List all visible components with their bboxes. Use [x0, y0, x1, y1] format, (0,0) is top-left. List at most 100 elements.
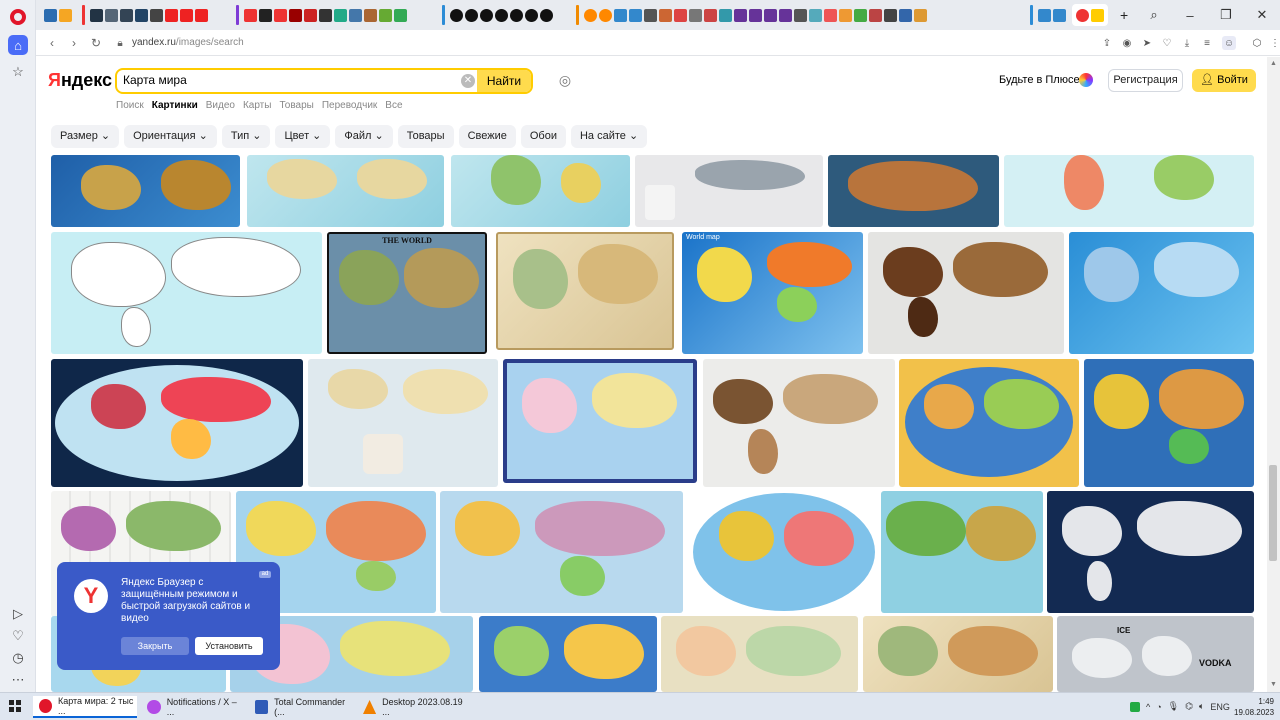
image-result[interactable] [863, 616, 1053, 692]
image-result[interactable]: ICE VODKA [1057, 616, 1254, 692]
service-images[interactable]: Картинки [152, 100, 198, 111]
image-result[interactable] [308, 359, 498, 487]
home-icon[interactable]: ⌂ [8, 35, 28, 55]
tab-group-2[interactable] [88, 4, 210, 26]
image-search-camera-icon[interactable]: ◎ [557, 72, 573, 88]
minimize-button[interactable]: – [1172, 0, 1208, 30]
start-icon[interactable] [9, 700, 21, 712]
filter-fresh[interactable]: Свежие [458, 125, 516, 148]
image-result[interactable] [51, 359, 303, 487]
volume-icon[interactable]: 🔈︎ [1199, 701, 1204, 712]
more-icon[interactable]: ⋯ [8, 670, 28, 690]
favorites-icon[interactable]: ♡ [8, 626, 28, 646]
image-result[interactable] [451, 155, 630, 227]
filter-on-site[interactable]: На сайте ⌄ [570, 125, 648, 148]
taskbar-item-desktop[interactable]: Desktop 2023.08.19 ... [357, 696, 467, 718]
image-result[interactable] [479, 616, 657, 692]
tab-group-6[interactable] [1036, 4, 1068, 26]
image-result[interactable] [1047, 491, 1254, 613]
lock-icon[interactable]: 🔒︎ [112, 35, 128, 51]
heart-icon[interactable]: ♡ [1160, 36, 1174, 50]
new-tab-button[interactable]: + [1118, 4, 1130, 26]
history-icon[interactable]: ◷ [8, 648, 28, 668]
clock[interactable]: 1:49 19.08.2023 [1234, 696, 1274, 718]
service-maps[interactable]: Карты [243, 100, 272, 111]
tab-group-5[interactable] [582, 4, 929, 26]
forward-icon[interactable]: › [66, 35, 82, 51]
promo-install-button[interactable]: Установить [195, 637, 263, 655]
filter-file[interactable]: Файл ⌄ [335, 125, 393, 148]
tab-group-3[interactable] [242, 4, 409, 26]
promo-close-button[interactable]: Закрыть [121, 637, 189, 655]
image-result[interactable] [440, 491, 683, 613]
share-icon[interactable]: ⇪ [1100, 36, 1114, 50]
image-result[interactable] [661, 616, 858, 692]
maximize-button[interactable]: ❐ [1208, 0, 1244, 30]
image-result[interactable] [689, 491, 879, 613]
filter-size[interactable]: Размер ⌄ [51, 125, 120, 148]
image-result[interactable] [868, 232, 1064, 354]
image-result[interactable]: THE WORLD [327, 232, 487, 354]
download-icon[interactable]: ⤓ [1180, 36, 1194, 50]
image-result[interactable] [703, 359, 895, 487]
send-icon[interactable]: ➤ [1140, 36, 1154, 50]
profile-icon[interactable]: ☺ [1222, 36, 1236, 50]
filter-goods[interactable]: Товары [397, 125, 454, 148]
microphone-icon[interactable]: 🎙︎ [1168, 701, 1179, 712]
service-goods[interactable]: Товары [279, 100, 313, 111]
extensions-icon[interactable]: ⬡ [1250, 36, 1264, 50]
easy-setup-icon[interactable]: ⋮ [1268, 36, 1280, 50]
image-result[interactable] [1069, 232, 1254, 354]
tray-app-icon[interactable] [1130, 701, 1140, 712]
network-icon[interactable]: ⌬ [1185, 701, 1193, 712]
search-tabs-icon[interactable]: ⌕ [1136, 0, 1172, 30]
search-input[interactable] [123, 73, 443, 87]
pinboard-icon[interactable]: ☆ [8, 62, 28, 82]
tray-update-icon[interactable]: ◔ [1156, 702, 1161, 712]
active-tab[interactable] [1072, 4, 1108, 26]
taskbar-item-total-commander[interactable]: Total Commander (... [249, 696, 353, 718]
tab-group-4[interactable] [448, 4, 555, 26]
taskbar-item-notifications[interactable]: Notifications / X – ... [141, 696, 245, 718]
menu-icon[interactable]: ≡ [1200, 36, 1214, 50]
service-all[interactable]: Все [385, 100, 402, 111]
opera-logo-icon[interactable] [10, 9, 26, 25]
scroll-down-icon[interactable]: ▼ [1270, 681, 1277, 688]
image-result[interactable]: World map [682, 232, 863, 354]
image-result[interactable] [503, 359, 697, 483]
filter-type[interactable]: Тип ⌄ [221, 125, 271, 148]
service-translate[interactable]: Переводчик [322, 100, 377, 111]
image-result[interactable] [51, 155, 240, 227]
register-button[interactable]: Регистрация [1108, 69, 1183, 92]
image-result[interactable] [247, 155, 444, 227]
snapshot-icon[interactable]: ◉ [1120, 36, 1134, 50]
image-result[interactable] [496, 232, 674, 350]
url-field[interactable]: yandex.ru/images/search [132, 37, 244, 48]
service-search[interactable]: Поиск [116, 100, 144, 111]
taskbar-item-opera[interactable]: Карта мира: 2 тыс ... [33, 696, 137, 718]
image-result[interactable] [881, 491, 1043, 613]
scroll-thumb[interactable] [1269, 465, 1277, 561]
player-icon[interactable]: ▷ [8, 604, 28, 624]
plus-promo-link[interactable]: Будьте в Плюсе [999, 74, 1080, 86]
back-icon[interactable]: ‹ [44, 35, 60, 51]
image-result[interactable] [899, 359, 1079, 487]
tray-chevron-icon[interactable]: ^ [1146, 702, 1150, 712]
clear-search-icon[interactable]: ✕ [461, 74, 475, 88]
filter-wallpapers[interactable]: Обои [520, 125, 566, 148]
filter-color[interactable]: Цвет ⌄ [275, 125, 331, 148]
filter-orientation[interactable]: Ориентация ⌄ [124, 125, 217, 148]
image-result[interactable] [1084, 359, 1254, 487]
image-result[interactable] [635, 155, 823, 227]
login-button[interactable]: 👤︎ Войти [1192, 69, 1256, 92]
reload-icon[interactable]: ↻ [88, 35, 104, 51]
image-result[interactable] [828, 155, 999, 227]
tab-group-1[interactable] [42, 4, 74, 26]
service-video[interactable]: Видео [206, 100, 235, 111]
image-result[interactable] [1004, 155, 1254, 227]
scroll-up-icon[interactable]: ▲ [1270, 60, 1277, 67]
close-window-button[interactable]: ✕ [1244, 0, 1280, 30]
yandex-logo[interactable]: Яндекс [48, 70, 112, 91]
language-indicator[interactable]: ENG [1210, 702, 1230, 712]
image-result[interactable] [51, 232, 322, 354]
